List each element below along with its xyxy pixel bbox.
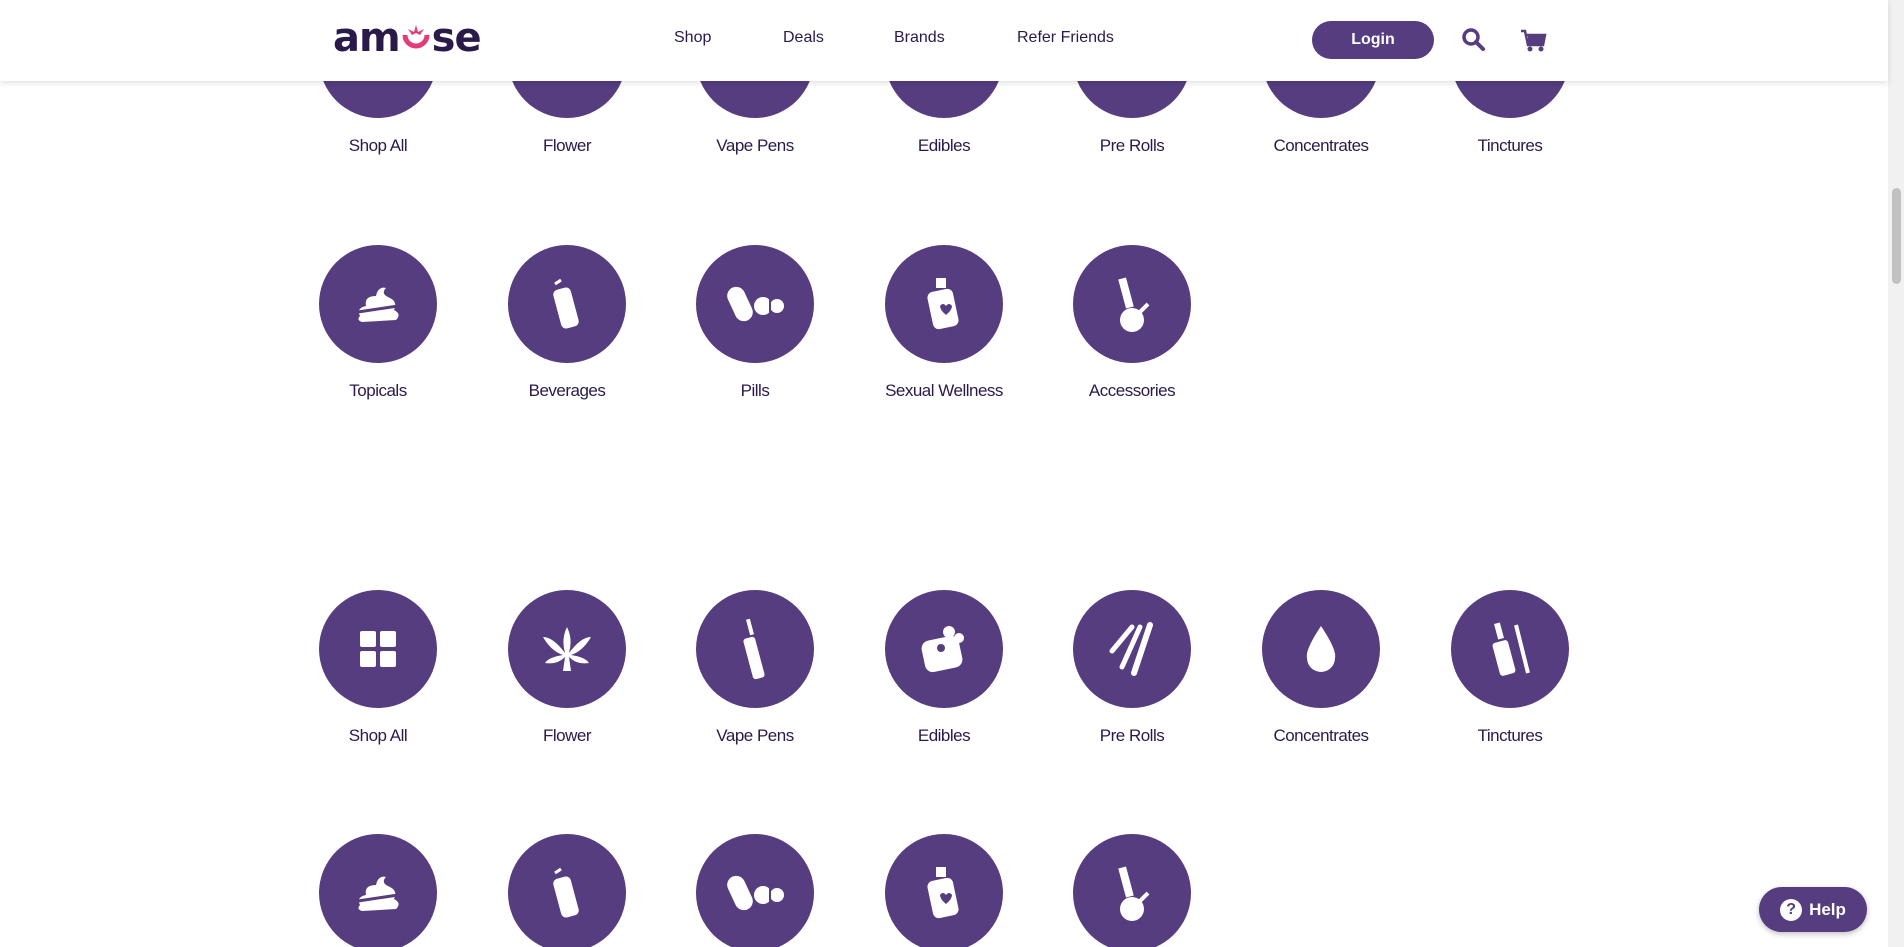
category-label[interactable]: Concentrates <box>1241 136 1401 156</box>
nav-brands[interactable]: Brands <box>894 29 945 47</box>
category-label[interactable]: Tinctures <box>1430 726 1590 746</box>
category-label[interactable]: Beverages <box>487 381 647 401</box>
gummy-icon[interactable] <box>885 590 1003 708</box>
category-label[interactable]: Sexual Wellness <box>864 381 1024 401</box>
category-topicals[interactable] <box>298 834 458 947</box>
login-button[interactable]: Login <box>1312 21 1434 59</box>
category-pills[interactable] <box>675 834 835 947</box>
category-label[interactable]: Edibles <box>864 136 1024 156</box>
grid-icon[interactable] <box>319 590 437 708</box>
beverages-icon[interactable] <box>508 245 626 363</box>
lotion-bottle-icon[interactable] <box>885 834 1003 947</box>
site-header: am se Shop Deals Brands Refer Friends Lo… <box>0 0 1888 81</box>
search-icon[interactable] <box>1461 27 1487 53</box>
vertical-scrollbar[interactable] <box>1888 0 1904 947</box>
bong-icon[interactable] <box>1073 245 1191 363</box>
topicals-icon[interactable] <box>319 834 437 947</box>
category-concentrates[interactable]: Concentrates <box>1241 590 1401 746</box>
pills-icon[interactable] <box>696 834 814 947</box>
dropper-bottle-icon[interactable] <box>1451 590 1569 708</box>
category-shop-all[interactable]: Shop All <box>298 590 458 746</box>
help-button[interactable]: ? Help <box>1759 887 1867 932</box>
category-edibles[interactable]: Edibles <box>864 590 1024 746</box>
category-label[interactable]: Edibles <box>864 726 1024 746</box>
category-label[interactable]: Accessories <box>1052 381 1212 401</box>
category-label[interactable]: Shop All <box>298 136 458 156</box>
category-label[interactable]: Vape Pens <box>675 136 835 156</box>
category-beverages[interactable] <box>487 834 647 947</box>
nav-refer-friends[interactable]: Refer Friends <box>1017 29 1114 47</box>
nav-shop[interactable]: Shop <box>674 29 711 47</box>
category-pre-rolls[interactable]: Pre Rolls <box>1052 590 1212 746</box>
category-label[interactable]: Shop All <box>298 726 458 746</box>
category-label[interactable]: Pre Rolls <box>1052 136 1212 156</box>
category-label[interactable]: Vape Pens <box>675 726 835 746</box>
help-label: Help <box>1809 899 1846 919</box>
category-label[interactable]: Flower <box>487 136 647 156</box>
bong-icon[interactable] <box>1073 834 1191 947</box>
droplet-icon[interactable] <box>1262 590 1380 708</box>
scrollbar-thumb[interactable] <box>1892 188 1901 284</box>
category-flower[interactable]: Flower <box>487 590 647 746</box>
lotion-bottle-icon[interactable] <box>885 245 1003 363</box>
category-accessories[interactable]: Accessories <box>1052 245 1212 401</box>
category-label[interactable]: Topicals <box>298 381 458 401</box>
category-sexual-wellness[interactable]: Sexual Wellness <box>864 245 1024 401</box>
category-label[interactable]: Pre Rolls <box>1052 726 1212 746</box>
logo-text-left: am <box>333 15 401 61</box>
amuse-logo[interactable]: am se <box>333 15 482 61</box>
categories-layer: Shop All Flower Vape Pens Edibles Pre Ro… <box>0 0 1888 947</box>
category-accessories[interactable] <box>1052 834 1212 947</box>
category-pills[interactable]: Pills <box>675 245 835 401</box>
beverages-icon[interactable] <box>508 834 626 947</box>
category-vape-pens[interactable]: Vape Pens <box>675 590 835 746</box>
pills-icon[interactable] <box>696 245 814 363</box>
vape-pen-icon[interactable] <box>696 590 814 708</box>
category-label[interactable]: Flower <box>487 726 647 746</box>
category-sexual-wellness[interactable] <box>864 834 1024 947</box>
category-label[interactable]: Pills <box>675 381 835 401</box>
category-label[interactable]: Tinctures <box>1430 136 1590 156</box>
topicals-icon[interactable] <box>319 245 437 363</box>
category-beverages[interactable]: Beverages <box>487 245 647 401</box>
logo-text-right: se <box>431 15 482 61</box>
logo-smile-icon <box>401 23 431 53</box>
nav-deals[interactable]: Deals <box>783 29 824 47</box>
category-tinctures[interactable]: Tinctures <box>1430 590 1590 746</box>
cart-icon[interactable] <box>1519 27 1547 53</box>
cannabis-leaf-icon[interactable] <box>508 590 626 708</box>
pre-rolls-icon[interactable] <box>1073 590 1191 708</box>
question-icon: ? <box>1780 898 1803 921</box>
category-topicals[interactable]: Topicals <box>298 245 458 401</box>
category-label[interactable]: Concentrates <box>1241 726 1401 746</box>
